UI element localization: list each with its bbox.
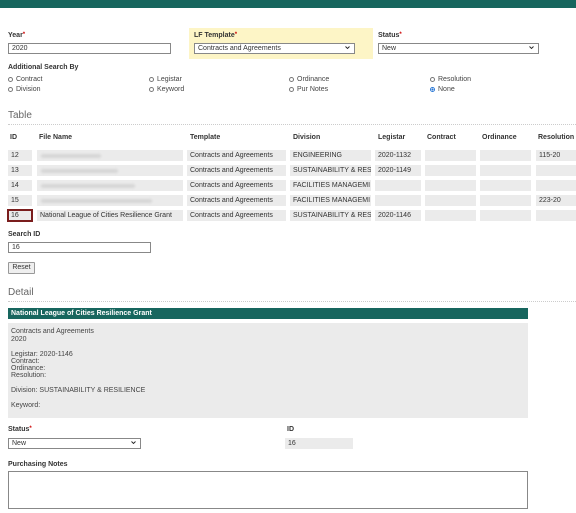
cell-resolution — [536, 180, 576, 191]
cell-division: FACILITIES MANAGEMI — [290, 195, 371, 206]
cell-division: SUSTAINABILITY & RES — [290, 165, 371, 176]
column-header-legistar: Legistar — [378, 134, 406, 141]
divider — [8, 301, 576, 302]
detail-legistar: Legistar: 2020-1146 — [11, 351, 73, 358]
additional-search-label: Additional Search By — [8, 64, 79, 71]
cell-id: 14 — [8, 180, 32, 191]
detail-template: Contracts and Agreements — [11, 328, 94, 335]
cell-template: Contracts and Agreements — [187, 150, 286, 161]
detail-header: National League of Cities Resilience Gra… — [8, 308, 528, 319]
column-header-id: ID — [10, 134, 17, 141]
radio-none[interactable]: None — [430, 86, 455, 93]
template-label: LF Template* — [194, 32, 238, 39]
redacted-text — [41, 154, 101, 158]
selected-row-indicator — [7, 209, 33, 222]
cell-id: 12 — [8, 150, 32, 161]
detail-year: 2020 — [11, 336, 27, 343]
detail-division: Division: SUSTAINABILITY & RESILIENCE — [11, 387, 146, 394]
cell-division: FACILITIES MANAGEMI — [290, 180, 371, 191]
radio-legistar[interactable]: Legistar — [149, 76, 182, 83]
radio-selected-icon — [430, 87, 435, 92]
cell-resolution — [536, 210, 576, 221]
detail-id-value: 16 — [285, 438, 353, 449]
radio-ordinance[interactable]: Ordinance — [289, 76, 329, 83]
cell-legistar: 2020-1146 — [375, 210, 421, 221]
chevron-down-icon — [131, 441, 136, 445]
cell-legistar: 2020-1132 — [375, 150, 421, 161]
detail-status-label: Status* — [8, 426, 32, 433]
year-label: Year* — [8, 32, 26, 39]
divider — [8, 124, 576, 125]
detail-contract: Contract: — [11, 358, 40, 365]
search-id-label: Search ID — [8, 231, 41, 238]
radio-icon — [149, 87, 154, 92]
cell-template: Contracts and Agreements — [187, 210, 286, 221]
top-header-bar — [0, 0, 576, 8]
cell-division: ENGINEERING — [290, 150, 371, 161]
radio-icon — [8, 77, 13, 82]
column-header-division: Division — [293, 134, 321, 141]
column-header-template: Template — [190, 134, 221, 141]
radio-icon — [149, 77, 154, 82]
search-id-input[interactable]: 16 — [8, 242, 151, 253]
cell-contract — [425, 180, 476, 191]
cell-division: SUSTAINABILITY & RES — [290, 210, 371, 221]
cell-id: 15 — [8, 195, 32, 206]
status-label: Status* — [378, 32, 402, 39]
cell-legistar — [375, 180, 421, 191]
status-select[interactable]: New — [378, 43, 539, 54]
radio-pur-notes[interactable]: Pur Notes — [289, 86, 328, 93]
cell-ordinance — [480, 210, 531, 221]
cell-resolution: 115-20 — [536, 150, 576, 161]
detail-keyword: Keyword: — [11, 402, 41, 409]
cell-ordinance — [480, 165, 531, 176]
radio-contract[interactable]: Contract — [8, 76, 42, 83]
detail-panel — [8, 323, 528, 418]
cell-id: 13 — [8, 165, 32, 176]
cell-contract — [425, 210, 476, 221]
redacted-text — [41, 184, 135, 188]
cell-template: Contracts and Agreements — [187, 180, 286, 191]
detail-section-title: Detail — [8, 287, 34, 298]
chevron-down-icon — [345, 46, 350, 50]
cell-ordinance — [480, 150, 531, 161]
radio-icon — [289, 77, 294, 82]
cell-legistar: 2020-1149 — [375, 165, 421, 176]
cell-file-name: National League of Cities Resilience Gra… — [37, 210, 183, 221]
column-header-contract: Contract — [427, 134, 456, 141]
cell-contract — [425, 150, 476, 161]
radio-icon — [430, 77, 435, 82]
cell-resolution — [536, 165, 576, 176]
table-section-title: Table — [8, 110, 32, 121]
reset-button[interactable]: Reset — [8, 262, 35, 274]
cell-ordinance — [480, 180, 531, 191]
cell-contract — [425, 165, 476, 176]
year-input[interactable]: 2020 — [8, 43, 171, 54]
template-select[interactable]: Contracts and Agreements — [194, 43, 355, 54]
redacted-text — [41, 199, 152, 203]
detail-status-select[interactable]: New — [8, 438, 141, 449]
radio-resolution[interactable]: Resolution — [430, 76, 471, 83]
cell-template: Contracts and Agreements — [187, 165, 286, 176]
radio-icon — [8, 87, 13, 92]
column-header-resolution: Resolution — [538, 134, 575, 141]
cell-legistar — [375, 195, 421, 206]
radio-division[interactable]: Division — [8, 86, 41, 93]
detail-ordinance: Ordinance: — [11, 365, 46, 372]
cell-contract — [425, 195, 476, 206]
column-header-file-name: File Name — [39, 134, 73, 141]
cell-template: Contracts and Agreements — [187, 195, 286, 206]
detail-resolution: Resolution: — [11, 372, 47, 379]
detail-id-label: ID — [287, 426, 294, 433]
chevron-down-icon — [529, 46, 534, 50]
purchasing-notes-label: Purchasing Notes — [8, 461, 68, 468]
radio-keyword[interactable]: Keyword — [149, 86, 184, 93]
column-header-ordinance: Ordinance — [482, 134, 517, 141]
cell-resolution: 223-20 — [536, 195, 576, 206]
cell-ordinance — [480, 195, 531, 206]
purchasing-notes-textarea[interactable] — [8, 471, 528, 509]
redacted-text — [41, 169, 118, 173]
radio-icon — [289, 87, 294, 92]
